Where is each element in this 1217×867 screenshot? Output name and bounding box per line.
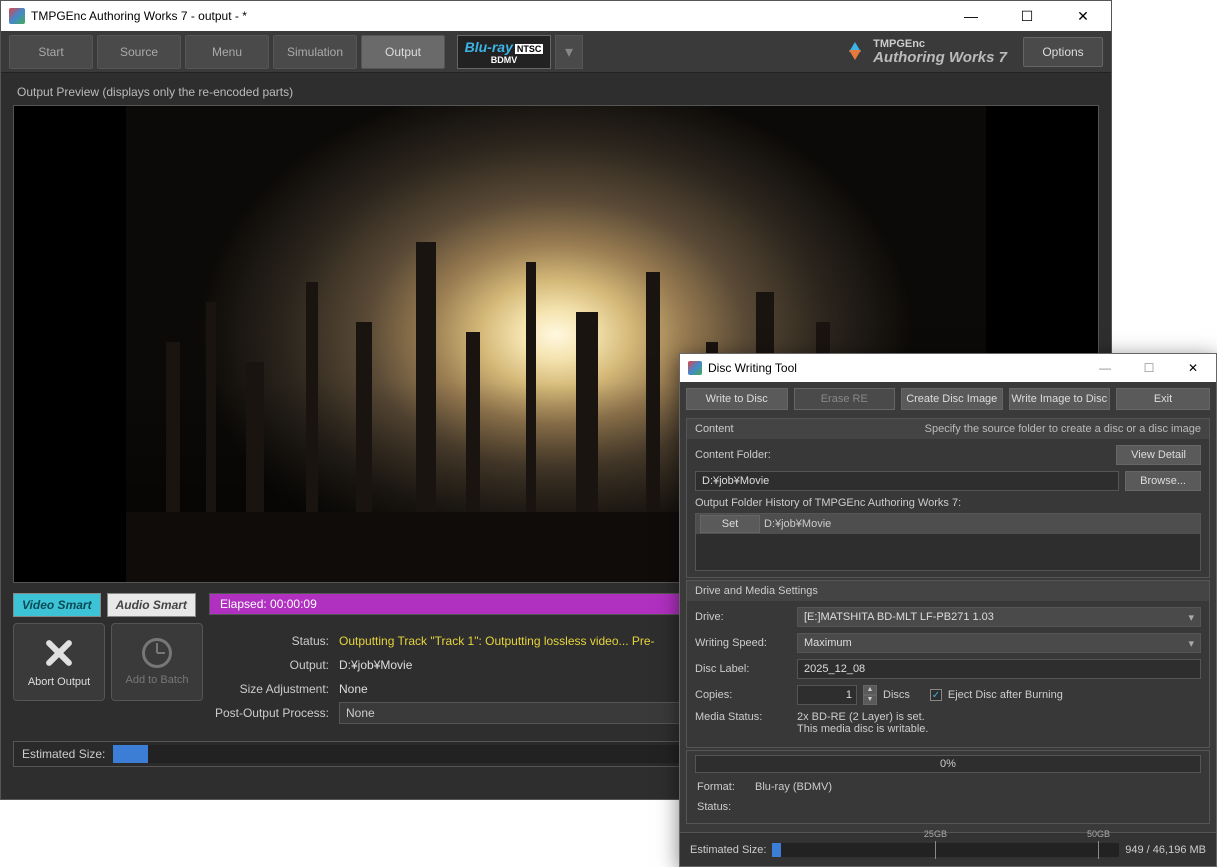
disc-label-label: Disc Label: <box>695 663 791 675</box>
drive-panel: Drive and Media Settings Drive: [E:]MATSH… <box>686 580 1210 748</box>
format-label: Format: <box>697 781 747 793</box>
content-folder-label: Content Folder: <box>695 449 791 461</box>
nav-source[interactable]: Source <box>97 35 181 69</box>
est-size-label: Estimated Size: <box>22 747 105 761</box>
dlg-maximize-button[interactable]: ☐ <box>1134 361 1164 375</box>
browse-button[interactable]: Browse... <box>1125 471 1201 491</box>
dlg-est-size: 949 / 46,196 MB <box>1125 844 1206 856</box>
tick-25gb: 25GB <box>924 829 947 839</box>
size-adj-label: Size Adjustment: <box>209 682 339 696</box>
output-label: Output: <box>209 658 339 672</box>
drive-select[interactable]: [E:]MATSHITA BD-MLT LF-PB271 1.03 <box>797 607 1201 627</box>
video-smart-badge: Video Smart <box>13 593 101 617</box>
post-proc-label: Post-Output Process: <box>209 706 339 720</box>
nav-menu[interactable]: Menu <box>185 35 269 69</box>
disc-label-input[interactable] <box>797 659 1201 679</box>
audio-smart-badge: Audio Smart <box>107 593 196 617</box>
tab-create-disc-image[interactable]: Create Disc Image <box>901 388 1003 410</box>
copies-label: Copies: <box>695 689 791 701</box>
tab-write-image-to-disc[interactable]: Write Image to Disc <box>1009 388 1111 410</box>
eject-label: Eject Disc after Burning <box>948 689 1063 701</box>
format-bluray: Blu-ray <box>465 39 513 55</box>
size-adj-value: None <box>339 682 368 696</box>
dialog-app-icon <box>688 361 702 375</box>
copies-spinner[interactable]: ▲▼ <box>863 685 877 705</box>
app-icon <box>9 8 25 24</box>
nav-output[interactable]: Output <box>361 35 445 69</box>
discs-label: Discs <box>883 689 910 701</box>
format-indicator: Blu-rayNTSC BDMV <box>457 35 551 69</box>
preview-label: Output Preview (displays only the re-enc… <box>13 79 1099 105</box>
speed-label: Writing Speed: <box>695 637 791 649</box>
output-value: D:¥job¥Movie <box>339 658 412 672</box>
abort-label: Abort Output <box>28 676 90 688</box>
tab-erase-re[interactable]: Erase RE <box>794 388 896 410</box>
history-list: Set D:¥job¥Movie <box>695 513 1201 571</box>
options-button[interactable]: Options <box>1023 37 1103 67</box>
dialog-title: Disc Writing Tool <box>708 361 797 375</box>
history-row[interactable]: Set D:¥job¥Movie <box>696 514 1200 534</box>
drive-label: Drive: <box>695 611 791 623</box>
batch-label: Add to Batch <box>126 674 189 686</box>
format-ntsc: NTSC <box>515 44 544 54</box>
burn-progress-bar: 0% <box>695 755 1201 773</box>
format-value: Blu-ray (BDMV) <box>755 781 832 793</box>
history-label: Output Folder History of TMPGEnc Authori… <box>695 497 1201 509</box>
copies-input[interactable] <box>797 685 857 705</box>
format-dropdown[interactable]: ▾ <box>555 35 583 69</box>
eject-checkbox[interactable]: ✓ <box>930 689 942 701</box>
batch-icon <box>142 638 172 668</box>
abort-output-button[interactable]: Abort Output <box>13 623 105 701</box>
dlg-status-label: Status: <box>697 801 747 813</box>
format-bdmv: BDMV <box>491 55 518 65</box>
speed-select[interactable]: Maximum <box>797 633 1201 653</box>
maximize-button[interactable]: ☐ <box>1007 8 1047 25</box>
toolbar: Start Source Menu Simulation Output Blu-… <box>1 31 1111 73</box>
elapsed-label: Elapsed: 00:00:09 <box>220 597 317 611</box>
titlebar: TMPGEnc Authoring Works 7 - output - * —… <box>1 1 1111 31</box>
close-button[interactable]: ✕ <box>1063 8 1103 25</box>
brand: TMPGEncAuthoring Works 7 Options <box>845 37 1103 67</box>
content-hint: Specify the source folder to create a di… <box>925 423 1201 435</box>
content-panel: Content Specify the source folder to crea… <box>686 418 1210 578</box>
dlg-est-bar: 25GB 50GB <box>772 843 1119 857</box>
progress-panel: 0% Format: Blu-ray (BDMV) Status: <box>686 750 1210 824</box>
dlg-minimize-button[interactable]: — <box>1090 361 1120 375</box>
abort-icon <box>42 636 76 670</box>
tab-write-to-disc[interactable]: Write to Disc <box>686 388 788 410</box>
left-controls: Video Smart Audio Smart Abort Output Add… <box>13 593 203 701</box>
dlg-est-label: Estimated Size: <box>690 844 766 856</box>
nav-start[interactable]: Start <box>9 35 93 69</box>
media-status-value: 2x BD-RE (2 Layer) is set.This media dis… <box>797 711 928 735</box>
window-controls: — ☐ ✕ <box>951 8 1103 25</box>
minimize-button[interactable]: — <box>951 8 991 25</box>
status-label: Status: <box>209 634 339 648</box>
view-detail-button[interactable]: View Detail <box>1116 445 1201 465</box>
add-to-batch-button[interactable]: Add to Batch <box>111 623 203 701</box>
history-set-button[interactable]: Set <box>700 515 760 533</box>
nav-simulation[interactable]: Simulation <box>273 35 357 69</box>
dlg-close-button[interactable]: ✕ <box>1178 361 1208 375</box>
drive-header: Drive and Media Settings <box>695 585 818 597</box>
content-header: Content <box>695 423 734 435</box>
brand-line2: Authoring Works 7 <box>873 49 1007 66</box>
dialog-titlebar: Disc Writing Tool — ☐ ✕ <box>680 354 1216 382</box>
tab-exit[interactable]: Exit <box>1116 388 1210 410</box>
status-value: Outputting Track "Track 1": Outputting l… <box>339 634 655 648</box>
history-path: D:¥job¥Movie <box>764 518 831 530</box>
brand-logo-icon <box>845 42 865 62</box>
window-title: TMPGEnc Authoring Works 7 - output - * <box>31 9 247 23</box>
content-folder-input[interactable] <box>695 471 1119 491</box>
disc-writing-dialog: Disc Writing Tool — ☐ ✕ Write to Disc Er… <box>679 353 1217 867</box>
tick-50gb: 50GB <box>1087 829 1110 839</box>
dialog-est-row: Estimated Size: 25GB 50GB 949 / 46,196 M… <box>680 832 1216 866</box>
dialog-tabs: Write to Disc Erase RE Create Disc Image… <box>680 382 1216 416</box>
media-status-label: Media Status: <box>695 711 791 723</box>
